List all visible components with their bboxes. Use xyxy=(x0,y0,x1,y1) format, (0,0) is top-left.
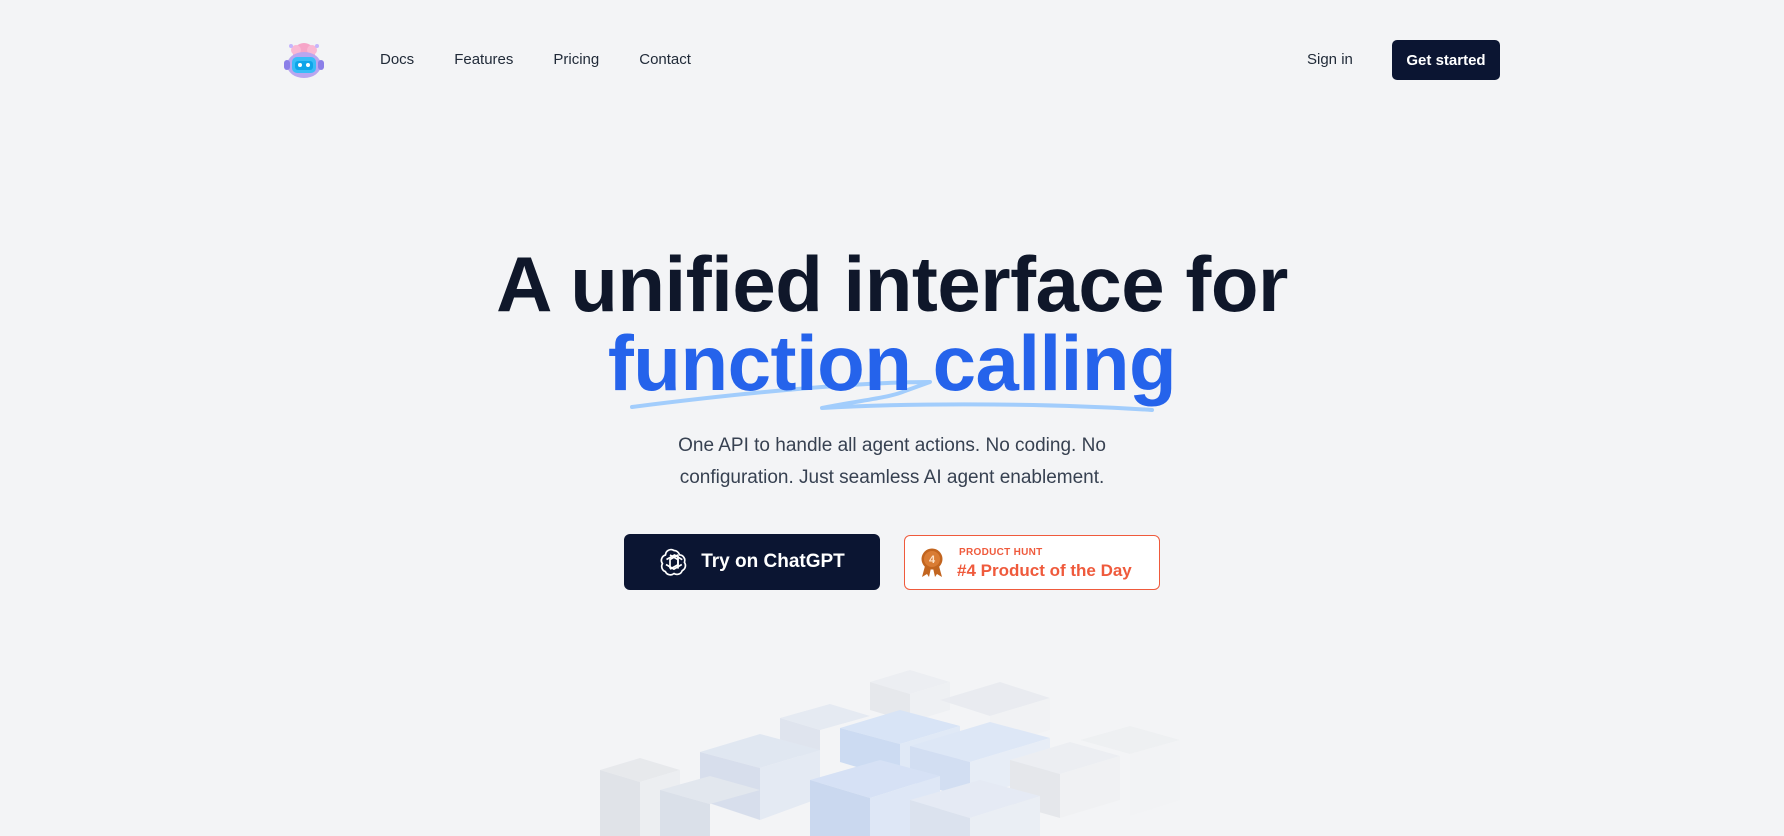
medal-icon: 4 xyxy=(921,548,943,577)
nav-links: Docs Features Pricing Contact xyxy=(380,50,731,70)
subtitle-line-2: configuration. Just seamless AI agent en… xyxy=(679,467,1105,488)
subtitle-line-1: One API to handle all agent actions. No … xyxy=(678,435,1106,456)
product-hunt-kicker: PRODUCT HUNT xyxy=(959,547,1043,558)
get-started-button[interactable]: Get started xyxy=(1392,40,1500,80)
isometric-cubes-illustration xyxy=(600,670,1180,836)
nav-link-docs[interactable]: Docs xyxy=(380,50,414,70)
product-hunt-badge[interactable]: 4 PRODUCT HUNT #4 Product of the Day xyxy=(904,535,1160,590)
hero-headline: A unified interface for xyxy=(496,240,1288,328)
openai-logo-icon xyxy=(660,548,687,576)
nav-link-features[interactable]: Features xyxy=(454,50,513,70)
try-on-chatgpt-button[interactable]: Try on ChatGPT xyxy=(624,534,880,590)
nav-link-contact[interactable]: Contact xyxy=(639,50,691,70)
medal-number: 4 xyxy=(929,554,936,566)
try-on-chatgpt-label: Try on ChatGPT xyxy=(701,551,845,572)
robot-mascot-icon[interactable] xyxy=(282,40,326,80)
hero-subtitle: One API to handle all agent actions. No … xyxy=(0,430,1784,494)
nav-link-pricing[interactable]: Pricing xyxy=(553,50,599,70)
top-nav: Docs Features Pricing Contact Sign in Ge… xyxy=(0,0,1784,120)
product-hunt-title: #4 Product of the Day xyxy=(957,561,1132,580)
sign-in-link[interactable]: Sign in xyxy=(1307,50,1353,70)
hero-headline-accent: function calling xyxy=(607,319,1177,407)
